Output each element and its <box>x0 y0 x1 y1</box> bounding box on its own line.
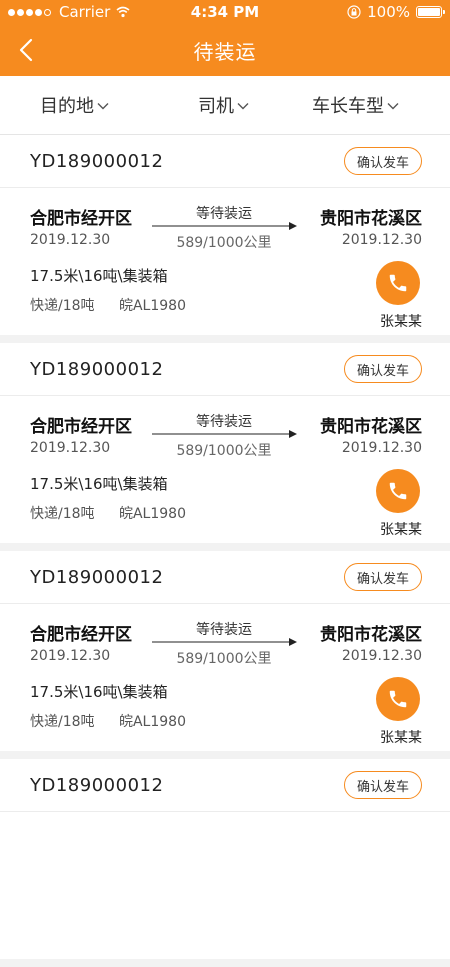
goods-info: 快递/18吨 <box>30 298 95 314</box>
chevron-down-icon <box>387 103 399 110</box>
confirm-dispatch-button[interactable]: 确认发车 <box>343 147 422 175</box>
route-status: 等待装运 <box>196 414 252 430</box>
filter-label: 司机 <box>198 96 234 117</box>
plate-number: 皖AL1980 <box>118 298 186 314</box>
filter-bar: 目的地 司机 车长车型 <box>0 76 450 135</box>
route-distance: 589/1000公里 <box>176 651 272 667</box>
route-distance: 589/1000公里 <box>176 443 272 459</box>
plate-number: 皖AL1980 <box>118 714 186 730</box>
destination-city: 贵阳市花溪区 <box>320 625 422 645</box>
call-driver-button[interactable] <box>376 261 420 305</box>
filter-label: 目的地 <box>40 96 94 117</box>
order-number: YD189000012 <box>30 774 164 796</box>
rotation-lock-icon <box>347 5 361 19</box>
driver-name: 张某某 <box>380 730 422 746</box>
destination-city: 贵阳市花溪区 <box>320 417 422 437</box>
order-number: YD189000012 <box>30 358 164 380</box>
filter-vehicle-type[interactable]: 车长车型 <box>312 92 399 118</box>
status-bar: Carrier 4:34 PM 100% <box>0 0 450 24</box>
order-card[interactable]: YD189000012 确认发车 合肥市经开区 等待装运 贵阳市花溪区 2019… <box>0 551 450 751</box>
order-number: YD189000012 <box>30 150 164 172</box>
route-status: 等待装运 <box>196 206 252 222</box>
cargo-spec: 17.5米\16吨\集装箱 <box>30 683 168 701</box>
filter-driver[interactable]: 司机 <box>198 92 249 118</box>
order-list: YD189000012 确认发车 合肥市经开区 等待装运 贵阳市花溪区 2019… <box>0 135 450 967</box>
order-card[interactable]: YD189000012 确认发车 <box>0 759 450 959</box>
route-status: 等待装运 <box>196 622 252 638</box>
goods-info: 快递/18吨 <box>30 506 95 522</box>
nav-bar: 待装运 <box>0 24 450 76</box>
filter-label: 车长车型 <box>312 96 384 117</box>
origin-date: 2019.12.30 <box>30 232 111 248</box>
cargo-meta: 快递/18吨 皖AL1980 <box>30 295 186 315</box>
plate-number: 皖AL1980 <box>118 506 186 522</box>
carrier-label: Carrier <box>59 3 111 21</box>
origin-city: 合肥市经开区 <box>30 209 132 229</box>
driver-name: 张某某 <box>380 522 422 538</box>
route-distance: 589/1000公里 <box>176 235 272 251</box>
origin-city: 合肥市经开区 <box>30 417 132 437</box>
filter-destination[interactable]: 目的地 <box>40 92 109 118</box>
call-driver-button[interactable] <box>376 677 420 721</box>
arrow-right-icon <box>152 638 297 646</box>
order-card[interactable]: YD189000012 确认发车 合肥市经开区 等待装运 贵阳市花溪区 2019… <box>0 135 450 335</box>
back-arrow-icon <box>19 38 33 62</box>
origin-city: 合肥市经开区 <box>30 625 132 645</box>
signal-icon <box>8 8 53 16</box>
back-button[interactable] <box>6 30 46 70</box>
destination-city: 贵阳市花溪区 <box>320 209 422 229</box>
chevron-down-icon <box>97 103 109 110</box>
destination-date: 2019.12.30 <box>341 648 422 664</box>
arrow-right-icon <box>152 222 297 230</box>
confirm-dispatch-button[interactable]: 确认发车 <box>343 771 422 799</box>
phone-icon <box>389 274 407 292</box>
driver-name: 张某某 <box>380 314 422 330</box>
call-driver-button[interactable] <box>376 469 420 513</box>
arrow-right-icon <box>152 430 297 438</box>
cargo-spec: 17.5米\16吨\集装箱 <box>30 475 168 493</box>
battery-icon <box>416 6 445 18</box>
phone-icon <box>389 690 407 708</box>
confirm-dispatch-button[interactable]: 确认发车 <box>343 563 422 591</box>
route: 合肥市经开区 等待装运 贵阳市花溪区 2019.12.30 589/1000公里… <box>0 604 450 678</box>
app-header: Carrier 4:34 PM 100% 待装运 <box>0 0 450 76</box>
cargo-meta: 快递/18吨 皖AL1980 <box>30 503 186 523</box>
battery-percent: 100% <box>367 3 410 21</box>
phone-icon <box>389 482 407 500</box>
destination-date: 2019.12.30 <box>341 232 422 248</box>
cargo-spec: 17.5米\16吨\集装箱 <box>30 267 168 285</box>
origin-date: 2019.12.30 <box>30 648 111 664</box>
cargo-meta: 快递/18吨 皖AL1980 <box>30 711 186 731</box>
origin-date: 2019.12.30 <box>30 440 111 456</box>
route: 合肥市经开区 等待装运 贵阳市花溪区 2019.12.30 589/1000公里… <box>0 188 450 262</box>
confirm-dispatch-button[interactable]: 确认发车 <box>343 355 422 383</box>
order-card[interactable]: YD189000012 确认发车 合肥市经开区 等待装运 贵阳市花溪区 2019… <box>0 343 450 543</box>
route: 合肥市经开区 等待装运 贵阳市花溪区 2019.12.30 589/1000公里… <box>0 396 450 470</box>
chevron-down-icon <box>237 103 249 110</box>
order-number: YD189000012 <box>30 566 164 588</box>
wifi-icon <box>116 6 130 18</box>
goods-info: 快递/18吨 <box>30 714 95 730</box>
page-title: 待装运 <box>193 39 257 64</box>
destination-date: 2019.12.30 <box>341 440 422 456</box>
